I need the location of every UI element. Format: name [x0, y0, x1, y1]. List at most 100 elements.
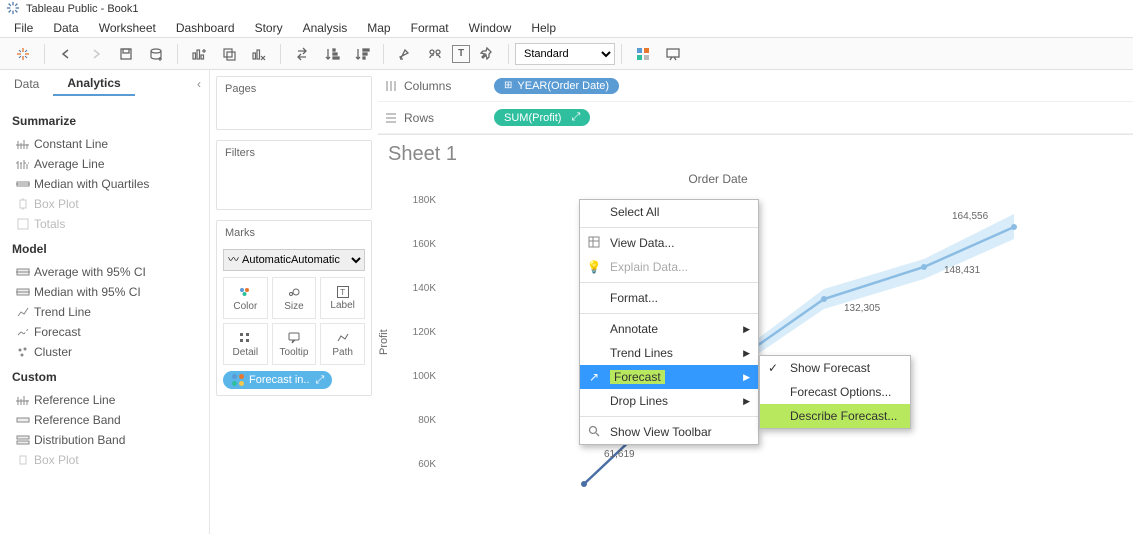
clear-icon[interactable] [246, 41, 272, 67]
analytics-forecast[interactable]: Forecast [12, 322, 197, 342]
menu-dashboard[interactable]: Dashboard [166, 19, 245, 37]
analytics-constant-line[interactable]: Constant Line [12, 134, 197, 154]
columns-shelf[interactable]: Columns ⊞YEAR(Order Date) [378, 70, 1133, 102]
avg-ci-icon [12, 265, 34, 279]
forecast-submenu: ✓Show Forecast Forecast Options... Descr… [759, 355, 911, 429]
columns-pill-year[interactable]: ⊞YEAR(Order Date) [494, 78, 619, 94]
data-label: 148,431 [944, 265, 980, 276]
cards-column: Pages Filters Marks 〰 AutomaticAutomatic… [210, 70, 378, 534]
ctx-annotate[interactable]: Annotate▶ [580, 317, 758, 341]
title-bar: Tableau Public - Book1 [0, 0, 1133, 18]
tab-data[interactable]: Data [0, 73, 53, 95]
ctx-show-toolbar[interactable]: Show View Toolbar [580, 420, 758, 444]
analytics-avg-ci[interactable]: Average with 95% CI [12, 262, 197, 282]
marks-label[interactable]: TLabel [320, 277, 365, 319]
ytick: 120K [404, 327, 436, 338]
toolbar: T Standard [0, 38, 1133, 70]
analytics-totals: Totals [12, 214, 197, 234]
forecast-indicator-pill[interactable]: Forecast in.. ⤢ [223, 371, 332, 389]
search-icon [586, 424, 602, 441]
marks-card: Marks 〰 AutomaticAutomatic Color Size TL… [216, 220, 372, 396]
sub-describe-forecast[interactable]: Describe Forecast... [760, 404, 910, 428]
new-data-source-icon[interactable] [143, 41, 169, 67]
collapse-panel-icon[interactable]: ‹ [197, 77, 201, 91]
ctx-view-data[interactable]: View Data... [580, 231, 758, 255]
rows-pill-profit[interactable]: SUM(Profit)⤢ [494, 109, 590, 126]
box-plot-icon [12, 197, 34, 211]
context-menu: Select All View Data... 💡Explain Data...… [579, 199, 759, 445]
check-icon: ✓ [768, 361, 778, 375]
marks-size[interactable]: Size [272, 277, 317, 319]
analytics-cluster[interactable]: Cluster [12, 342, 197, 362]
analytics-median-ci[interactable]: Median with 95% CI [12, 282, 197, 302]
menu-story[interactable]: Story [245, 19, 293, 37]
pages-card[interactable]: Pages [216, 76, 372, 130]
sub-forecast-options[interactable]: Forecast Options... [760, 380, 910, 404]
analytics-ref-line[interactable]: Reference Line [12, 390, 197, 410]
ctx-format[interactable]: Format... [580, 286, 758, 310]
analytics-dist-band[interactable]: Distribution Band [12, 430, 197, 450]
summarize-header: Summarize [12, 114, 197, 128]
ytick: 80K [404, 415, 436, 426]
plus-icon: ⊞ [504, 80, 512, 91]
ctx-select-all[interactable]: Select All [580, 200, 758, 224]
tab-analytics[interactable]: Analytics [53, 72, 134, 96]
ctx-trend-lines[interactable]: Trend Lines▶ [580, 341, 758, 365]
group-icon[interactable] [422, 41, 448, 67]
chart-title: Order Date [438, 172, 998, 186]
menu-analysis[interactable]: Analysis [293, 19, 358, 37]
constant-line-icon [12, 137, 34, 151]
analytics-median-quartiles[interactable]: Median with Quartiles [12, 174, 197, 194]
duplicate-icon[interactable] [216, 41, 242, 67]
fit-dropdown[interactable]: Standard [515, 43, 615, 65]
tableau-logo-icon[interactable] [10, 41, 36, 67]
analytics-ref-band[interactable]: Reference Band [12, 410, 197, 430]
menu-window[interactable]: Window [459, 19, 522, 37]
sheet-title[interactable]: Sheet 1 [388, 143, 1123, 166]
marks-detail[interactable]: Detail [223, 323, 268, 365]
side-panel: Data Analytics ‹ Summarize Constant Line… [0, 70, 210, 534]
sort-desc-icon[interactable] [349, 41, 375, 67]
show-labels-icon[interactable]: T [452, 45, 470, 63]
custom-header: Custom [12, 370, 197, 384]
highlight-icon[interactable] [392, 41, 418, 67]
menu-help[interactable]: Help [521, 19, 566, 37]
pill-menu-icon[interactable]: ⤢ [316, 374, 325, 387]
sub-show-forecast[interactable]: ✓Show Forecast [760, 356, 910, 380]
menu-file[interactable]: File [4, 19, 43, 37]
marks-tooltip[interactable]: Tooltip [272, 323, 317, 365]
menu-map[interactable]: Map [357, 19, 400, 37]
swap-icon[interactable] [289, 41, 315, 67]
rows-shelf[interactable]: Rows SUM(Profit)⤢ [378, 102, 1133, 134]
rows-icon [384, 111, 398, 125]
trend-line-icon [12, 305, 34, 319]
redo-icon[interactable] [83, 41, 109, 67]
menu-bar: File Data Worksheet Dashboard Story Anal… [0, 18, 1133, 38]
save-icon[interactable] [113, 41, 139, 67]
new-worksheet-icon[interactable] [186, 41, 212, 67]
bulb-icon: 💡 [586, 260, 602, 274]
menu-worksheet[interactable]: Worksheet [89, 19, 166, 37]
dist-band-icon [12, 433, 34, 447]
color-legend-icon [231, 373, 245, 387]
ctx-forecast[interactable]: ↗Forecast▶ [580, 365, 758, 389]
data-label: 132,305 [844, 303, 880, 314]
expand-icon: ↗ [586, 370, 602, 384]
ctx-drop-lines[interactable]: Drop Lines▶ [580, 389, 758, 413]
menu-format[interactable]: Format [401, 19, 459, 37]
columns-icon [384, 79, 398, 93]
ytick: 140K [404, 283, 436, 294]
mark-type-dropdown[interactable]: 〰 AutomaticAutomatic [223, 249, 365, 271]
sort-asc-icon[interactable] [319, 41, 345, 67]
view-data-icon [586, 235, 602, 252]
menu-data[interactable]: Data [43, 19, 88, 37]
pin-icon[interactable] [474, 41, 500, 67]
analytics-average-line[interactable]: Average Line [12, 154, 197, 174]
presentation-icon[interactable] [660, 41, 686, 67]
filters-card[interactable]: Filters [216, 140, 372, 210]
undo-icon[interactable] [53, 41, 79, 67]
marks-color[interactable]: Color [223, 277, 268, 319]
marks-path[interactable]: Path [320, 323, 365, 365]
analytics-trend-line[interactable]: Trend Line [12, 302, 197, 322]
show-me-icon[interactable] [630, 41, 656, 67]
